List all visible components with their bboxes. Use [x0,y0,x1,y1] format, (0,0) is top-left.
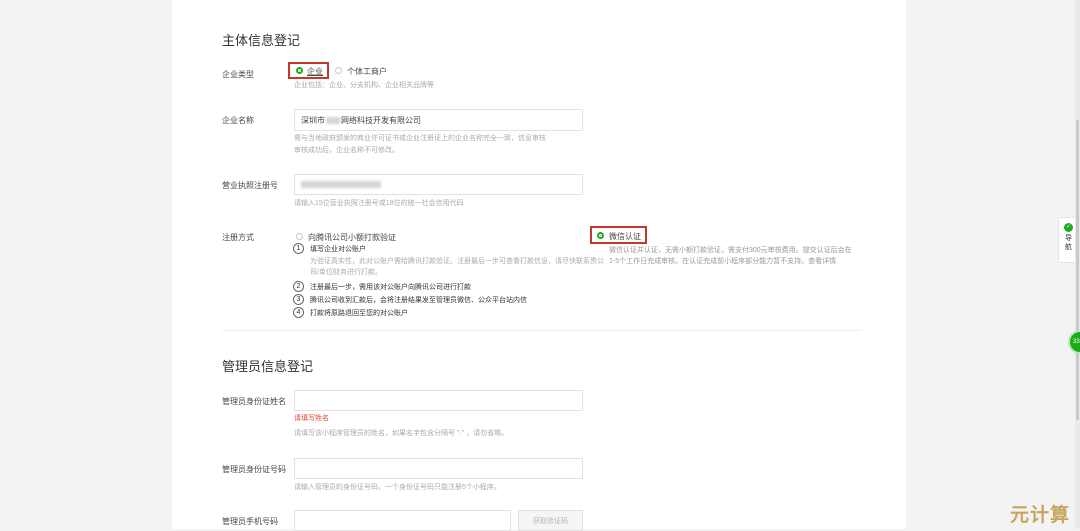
radio-wechat-verify-label[interactable]: 微信认证 [609,231,641,242]
wechat-verify-description: 微信认证并认证，无需小额打款验证，需支付300元审核费用。提交认证后会在1-5个… [609,247,852,265]
license-number-label: 营业执照注册号 [222,181,278,190]
entity-type-label: 企业类型 [222,70,254,79]
license-number-hint: 请输入15位营业执照注册号或18位的统一社会信用代码 [294,200,464,207]
company-name-label: 企业名称 [222,116,254,125]
company-name-hint-1: 需与当地政府颁发的商业许可证书或企业注册证上的企业名称完全一致，信息审核 [294,135,546,142]
radio-bank-transfer[interactable] [296,233,303,240]
admin-id-hint: 请输入管理员的身份证号码，一个身份证号码只能注册5个小程序。 [294,484,501,491]
step-2-number: 2 [293,281,304,292]
radio-company[interactable] [296,67,303,74]
step-3-number: 3 [293,294,304,305]
admin-phone-input[interactable] [294,510,511,531]
step-3-text: 腾讯公司收到汇款后，会将注册结果发至管理员微信、公众平台站内信 [310,297,527,304]
license-number-input[interactable] [294,174,583,195]
radio-company-label[interactable]: 企业 [307,66,323,77]
step-4-number: 4 [293,307,304,318]
radio-individual[interactable] [335,67,342,74]
admin-name-hint: 请填写该小程序管理员的姓名，如果名字包含分隔号 "·" ，请勿省略。 [294,430,509,437]
check-icon: ✓ [1064,223,1073,232]
company-name-suffix: 网络科技开发有限公司 [341,115,421,125]
step-1-text: 填写企业对公账户 [310,246,366,253]
radio-individual-label[interactable]: 个体工商户 [347,66,387,77]
step-1-number: 1 [293,243,304,254]
step-2-text: 注册最后一步，需用该对公账户向腾讯公司进行打款 [310,284,471,291]
watermark-text: 元计算 [1010,505,1071,526]
side-nav-label: 导航 [1065,235,1072,251]
step-1-subtext: 为验证真实性，此对公账户需给腾讯打款验证。注册最后一步可查看打款信息，请尽快联系… [310,258,604,276]
company-name-hint-2: 审核成功后，企业名称不可修改。 [294,147,399,154]
admin-name-error: 请填写姓名 [294,415,329,422]
admin-phone-label: 管理员手机号码 [222,517,278,526]
admin-name-label: 管理员身份证姓名 [222,397,286,406]
entity-type-hint: 企业包括：企业、分支机构、企业相关品牌等 [294,82,434,89]
blurred-text [301,181,381,188]
admin-id-label: 管理员身份证号码 [222,465,286,474]
admin-id-input[interactable] [294,458,583,479]
radio-wechat-verify[interactable] [597,232,604,239]
company-name-prefix: 深圳市 [301,115,325,125]
get-verification-code-button[interactable]: 获取验证码 [518,510,583,531]
floating-badge[interactable]: 33 [1068,330,1080,354]
step-4-text: 打款将原路退回至您的对公账户 [310,310,408,317]
section-title-admin-info: 管理员信息登记 [222,359,314,374]
scrollbar-thumb[interactable] [1076,120,1079,420]
admin-name-input[interactable] [294,390,583,411]
section-divider [222,330,862,331]
blurred-text [326,116,340,124]
registration-method-label: 注册方式 [222,233,254,242]
radio-bank-transfer-label[interactable]: 向腾讯公司小额打款验证 [308,232,396,243]
section-title-entity-info: 主体信息登记 [222,33,301,48]
company-name-input[interactable]: 深圳市 网络科技开发有限公司 [294,109,583,131]
